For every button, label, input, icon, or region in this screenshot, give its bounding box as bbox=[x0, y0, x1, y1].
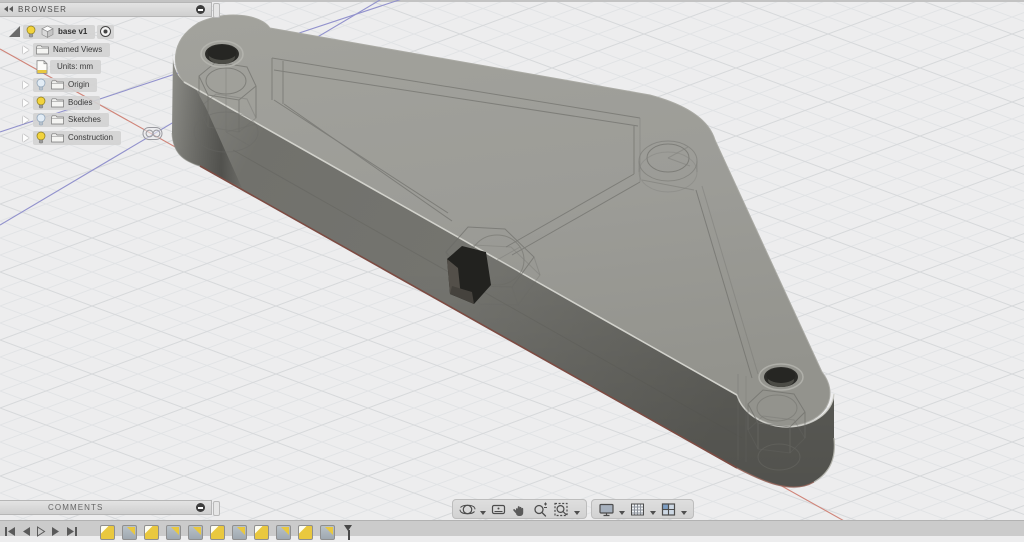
nav-group-camera bbox=[452, 499, 587, 519]
timeline-bar bbox=[0, 520, 1024, 536]
timeline-feature-sketch[interactable] bbox=[144, 525, 159, 540]
orbit-icon[interactable] bbox=[458, 500, 477, 518]
look-at-icon[interactable] bbox=[489, 500, 508, 518]
browser-row-component[interactable]: base v1 bbox=[9, 24, 114, 39]
corner-hole-bottom[interactable] bbox=[759, 364, 803, 390]
expand-closed-icon[interactable] bbox=[23, 134, 29, 142]
bulb-off-icon[interactable] bbox=[36, 113, 46, 126]
folder-icon bbox=[51, 115, 64, 125]
viewports-dropdown-caret[interactable] bbox=[681, 511, 687, 515]
display-settings-icon[interactable] bbox=[597, 500, 616, 518]
row-label: Origin bbox=[68, 80, 89, 89]
timeline-feature-extrude[interactable] bbox=[232, 525, 247, 540]
timeline-features bbox=[100, 525, 353, 540]
row-label: Named Views bbox=[53, 45, 102, 54]
timeline-position-marker[interactable] bbox=[344, 525, 353, 540]
step-back-icon[interactable] bbox=[21, 524, 31, 542]
activate-component-radio[interactable] bbox=[97, 25, 114, 39]
expand-closed-icon[interactable] bbox=[23, 99, 29, 107]
collapse-double-arrow-icon[interactable] bbox=[4, 6, 13, 13]
folder-icon bbox=[36, 45, 49, 55]
timeline-feature-sketch[interactable] bbox=[100, 525, 115, 540]
skip-to-end-icon[interactable] bbox=[66, 524, 78, 542]
sketch-constraint-glyph[interactable] bbox=[143, 128, 162, 140]
navigation-toolbar bbox=[452, 499, 694, 519]
timeline-feature-sketch[interactable] bbox=[254, 525, 269, 540]
row-label: Sketches bbox=[68, 115, 101, 124]
row-label: Bodies bbox=[68, 98, 92, 107]
bulb-on-icon[interactable] bbox=[36, 131, 46, 144]
folder-icon bbox=[51, 133, 64, 143]
expand-open-icon[interactable] bbox=[9, 26, 20, 37]
browser-row-units[interactable]: Units: mm bbox=[36, 59, 101, 74]
bulb-off-icon[interactable] bbox=[36, 78, 46, 91]
folder-icon bbox=[51, 80, 64, 90]
timeline-feature-extrude[interactable] bbox=[166, 525, 181, 540]
timeline-playback-controls bbox=[4, 524, 78, 542]
viewports-icon[interactable] bbox=[659, 500, 678, 518]
skip-to-start-icon[interactable] bbox=[4, 524, 16, 542]
drag-grip[interactable] bbox=[213, 501, 220, 516]
browser-row-construction[interactable]: Construction bbox=[23, 130, 121, 145]
play-icon[interactable] bbox=[36, 524, 46, 542]
browser-row-sketches[interactable]: Sketches bbox=[23, 112, 109, 127]
comments-panel-header[interactable]: COMMENTS bbox=[0, 500, 212, 515]
row-label: Construction bbox=[68, 133, 113, 142]
browser-panel-title: BROWSER bbox=[18, 5, 67, 14]
bulb-on-icon[interactable] bbox=[26, 25, 36, 38]
pan-hand-icon[interactable] bbox=[510, 500, 529, 518]
units-document-icon bbox=[36, 60, 48, 74]
viewport-3d[interactable] bbox=[0, 0, 1024, 536]
folder-icon bbox=[51, 98, 64, 108]
grid-dropdown-caret[interactable] bbox=[650, 511, 656, 515]
browser-panel-header[interactable]: BROWSER bbox=[0, 2, 212, 17]
browser-row-origin[interactable]: Origin bbox=[23, 77, 97, 92]
timeline-feature-extrude[interactable] bbox=[188, 525, 203, 540]
drag-grip[interactable] bbox=[213, 3, 220, 18]
remove-circle-icon[interactable] bbox=[196, 503, 205, 512]
timeline-feature-extrude[interactable] bbox=[276, 525, 291, 540]
corner-hole-left[interactable] bbox=[201, 41, 243, 67]
fit-view-icon[interactable] bbox=[552, 500, 571, 518]
expand-closed-icon[interactable] bbox=[23, 81, 29, 89]
step-forward-icon[interactable] bbox=[51, 524, 61, 542]
fit-dropdown-caret[interactable] bbox=[574, 511, 580, 515]
display-dropdown-caret[interactable] bbox=[619, 511, 625, 515]
component-name: base v1 bbox=[58, 27, 87, 36]
timeline-feature-sketch[interactable] bbox=[298, 525, 313, 540]
browser-row-named-views[interactable]: Named Views bbox=[23, 42, 110, 57]
zoom-magnifier-icon[interactable] bbox=[531, 500, 550, 518]
fusion360-window: { "browser": { "title": "BROWSER", "head… bbox=[0, 0, 1024, 536]
timeline-feature-sketch[interactable] bbox=[210, 525, 225, 540]
nav-group-display bbox=[591, 499, 694, 519]
expand-closed-icon[interactable] bbox=[23, 46, 29, 54]
orbit-dropdown-caret[interactable] bbox=[480, 511, 486, 515]
component-cube-icon bbox=[41, 25, 54, 38]
browser-row-bodies[interactable]: Bodies bbox=[23, 95, 100, 110]
expand-closed-icon[interactable] bbox=[23, 116, 29, 124]
timeline-feature-extrude[interactable] bbox=[320, 525, 335, 540]
row-label: Units: mm bbox=[57, 62, 93, 71]
comments-panel-title: COMMENTS bbox=[48, 503, 103, 512]
bulb-on-icon[interactable] bbox=[36, 96, 46, 109]
grid-settings-icon[interactable] bbox=[628, 500, 647, 518]
timeline-feature-extrude[interactable] bbox=[122, 525, 137, 540]
remove-circle-icon[interactable] bbox=[196, 5, 205, 14]
